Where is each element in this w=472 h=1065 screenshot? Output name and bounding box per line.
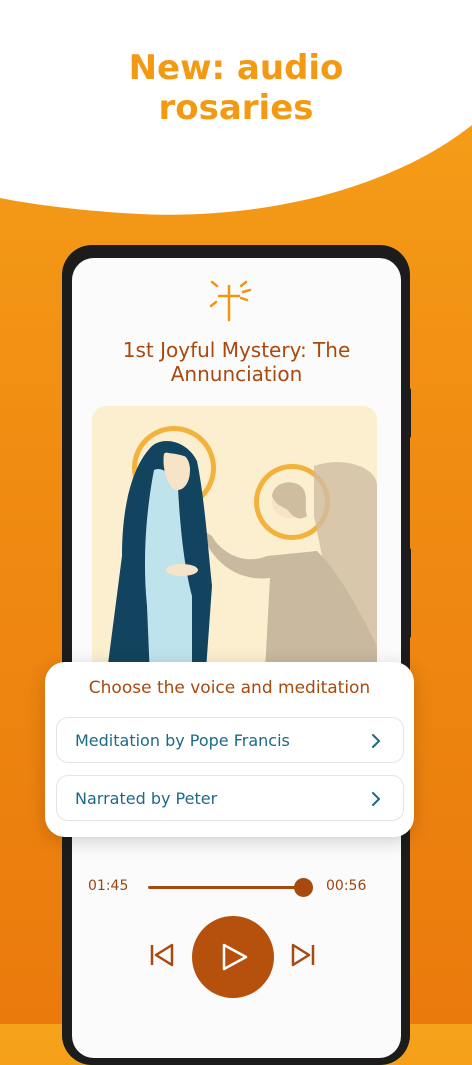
mystery-title-line-2: Annunciation bbox=[170, 362, 303, 386]
voice-selection-card: Choose the voice and meditation Meditati… bbox=[45, 662, 414, 837]
option-label: Meditation by Pope Francis bbox=[75, 731, 290, 750]
mystery-title-line-1: 1st Joyful Mystery: The bbox=[122, 338, 351, 362]
chevron-right-icon bbox=[372, 792, 381, 806]
headline: New: audio rosaries bbox=[0, 48, 472, 128]
chevron-right-icon bbox=[372, 734, 381, 748]
phone-screen: 1st Joyful Mystery: The Annunciation 01:… bbox=[72, 258, 401, 1058]
remaining-time: 00:56 bbox=[326, 878, 367, 894]
play-button[interactable] bbox=[192, 916, 274, 998]
phone-side-button bbox=[406, 388, 411, 438]
option-label: Narrated by Peter bbox=[75, 789, 218, 808]
phone-side-button bbox=[406, 548, 411, 638]
option-narrated-by-peter[interactable]: Narrated by Peter bbox=[56, 775, 404, 821]
progress-handle[interactable] bbox=[294, 878, 313, 897]
play-icon bbox=[222, 943, 248, 971]
skip-previous-icon[interactable] bbox=[148, 942, 176, 968]
voice-card-title: Choose the voice and meditation bbox=[88, 678, 371, 698]
skip-next-icon[interactable] bbox=[289, 942, 317, 968]
headline-line-1: New: audio bbox=[128, 48, 344, 88]
elapsed-time: 01:45 bbox=[88, 878, 129, 894]
headline-line-2: rosaries bbox=[158, 88, 314, 128]
progress-track[interactable] bbox=[148, 886, 304, 889]
option-meditation-pope-francis[interactable]: Meditation by Pope Francis bbox=[56, 717, 404, 763]
cross-icon bbox=[209, 280, 252, 322]
mystery-title: 1st Joyful Mystery: The Annunciation bbox=[72, 338, 401, 386]
